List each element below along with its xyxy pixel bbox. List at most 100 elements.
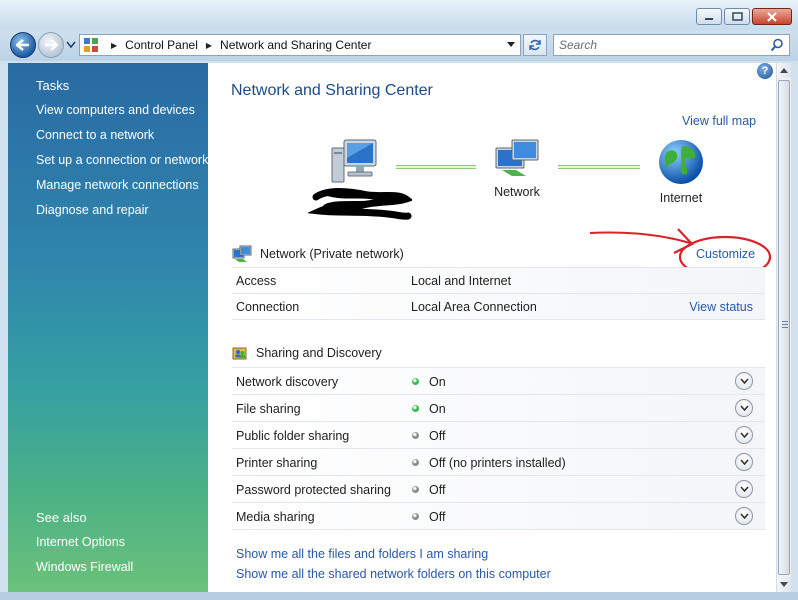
status-text: On — [429, 402, 446, 416]
see-also-heading: See also — [36, 510, 87, 525]
forward-button[interactable] — [38, 32, 64, 58]
chevron-down-icon — [739, 432, 749, 438]
network-header: Network (Private network) — [232, 245, 404, 263]
sharing-row-printer-sharing[interactable]: Printer sharing Off (no printers install… — [232, 449, 765, 476]
chevron-down-icon — [739, 405, 749, 411]
chevron-down-icon[interactable] — [506, 41, 516, 49]
redacted-computer-name — [308, 188, 412, 220]
task-manage-network-connections[interactable]: Manage network connections — [36, 178, 208, 203]
this-computer-node[interactable] — [328, 138, 380, 189]
globe-icon — [659, 140, 703, 184]
show-shared-files-link[interactable]: Show me all the files and folders I am s… — [236, 547, 488, 561]
sharing-table: Network discovery On File sharing On Pub… — [232, 367, 765, 530]
task-view-computers-and-devices[interactable]: View computers and devices — [36, 103, 208, 128]
see-also-list: Internet Options Windows Firewall — [36, 535, 133, 585]
task-connect-to-a-network[interactable]: Connect to a network — [36, 128, 208, 153]
vertical-scrollbar[interactable] — [776, 63, 791, 592]
breadcrumb-network-and-sharing-center[interactable]: Network and Sharing Center — [220, 38, 371, 52]
refresh-button[interactable] — [523, 34, 547, 56]
status-dot-icon — [412, 405, 419, 412]
sharing-row-network-discovery[interactable]: Network discovery On — [232, 368, 765, 395]
task-set-up-connection[interactable]: Set up a connection or network — [36, 153, 208, 178]
internet-node[interactable]: Internet — [654, 138, 708, 205]
close-button[interactable] — [752, 8, 792, 25]
sharing-heading: Sharing and Discovery — [256, 346, 382, 360]
refresh-icon — [529, 39, 541, 51]
connection-line — [558, 165, 640, 169]
chevron-right-icon[interactable]: ▶ — [111, 41, 117, 50]
status-dot-icon — [412, 378, 419, 385]
show-shared-folders-link[interactable]: Show me all the shared network folders o… — [236, 567, 551, 581]
expand-button[interactable] — [735, 480, 753, 498]
network-node[interactable]: Network — [491, 138, 543, 199]
row-label: Connection — [236, 300, 300, 314]
network-details-table: Access Local and Internet Connection Loc… — [232, 267, 765, 320]
see-also-windows-firewall[interactable]: Windows Firewall — [36, 560, 133, 585]
see-also-internet-options[interactable]: Internet Options — [36, 535, 133, 560]
row-label: Public folder sharing — [236, 429, 350, 443]
row-value: Local and Internet — [411, 274, 512, 288]
tasks-heading: Tasks — [36, 78, 70, 93]
chevron-down-icon — [739, 486, 749, 492]
scroll-up-button[interactable] — [777, 63, 791, 78]
chevron-down-icon — [739, 378, 749, 384]
status-text: Off — [429, 483, 446, 497]
view-full-map-link[interactable]: View full map — [682, 114, 756, 128]
row-label: Printer sharing — [236, 456, 318, 470]
status-text: On — [429, 375, 446, 389]
close-icon — [767, 11, 777, 22]
computer-icon — [331, 139, 377, 183]
page-title: Network and Sharing Center — [231, 82, 433, 99]
status-dot-icon — [412, 513, 419, 520]
status-text: Off — [429, 510, 446, 524]
customize-link[interactable]: Customize — [696, 247, 755, 261]
navigation-bar: ▶ Control Panel ▶ Network and Sharing Ce… — [0, 30, 798, 61]
row-label: Network discovery — [236, 375, 339, 389]
row-label: Password protected sharing — [236, 483, 391, 497]
title-bar — [0, 0, 798, 30]
minimize-button[interactable] — [696, 8, 722, 25]
expand-button[interactable] — [735, 399, 753, 417]
row-label: Access — [236, 274, 277, 288]
arrow-right-icon — [45, 39, 58, 51]
chevron-down-icon — [739, 513, 749, 519]
chevron-right-icon[interactable]: ▶ — [206, 41, 212, 50]
arrow-up-icon — [780, 67, 788, 73]
search-box[interactable] — [553, 34, 790, 56]
table-row: Access Local and Internet — [232, 268, 765, 294]
scrollbar-thumb[interactable] — [778, 80, 790, 575]
expand-button[interactable] — [735, 507, 753, 525]
recent-pages-dropdown-icon[interactable] — [66, 41, 76, 49]
window-frame-bottom — [0, 592, 798, 600]
view-status-link[interactable]: View status — [689, 300, 753, 314]
arrow-left-icon — [16, 39, 29, 51]
breadcrumb-control-panel[interactable]: Control Panel — [125, 38, 198, 52]
control-panel-icon — [84, 38, 98, 52]
address-bar[interactable]: ▶ Control Panel ▶ Network and Sharing Ce… — [79, 34, 521, 56]
search-icon[interactable] — [770, 38, 784, 52]
search-input[interactable] — [554, 38, 770, 52]
sharing-icon — [232, 347, 247, 360]
sharing-row-file-sharing[interactable]: File sharing On — [232, 395, 765, 422]
table-row: Connection Local Area Connection View st… — [232, 294, 765, 320]
status-text: Off (no printers installed) — [429, 456, 566, 470]
task-diagnose-and-repair[interactable]: Diagnose and repair — [36, 203, 208, 228]
expand-button[interactable] — [735, 426, 753, 444]
tasks-list: View computers and devices Connect to a … — [36, 103, 208, 228]
back-button[interactable] — [10, 32, 36, 58]
expand-button[interactable] — [735, 453, 753, 471]
network-name: Network (Private network) — [260, 247, 404, 261]
connection-line — [396, 165, 476, 169]
expand-button[interactable] — [735, 372, 753, 390]
help-icon[interactable]: ? — [757, 63, 773, 79]
sharing-row-public-folder-sharing[interactable]: Public folder sharing Off — [232, 422, 765, 449]
network-node-label: Network — [494, 185, 540, 199]
sharing-row-media-sharing[interactable]: Media sharing Off — [232, 503, 765, 530]
sharing-row-password-protected-sharing[interactable]: Password protected sharing Off — [232, 476, 765, 503]
maximize-button[interactable] — [724, 8, 750, 25]
scroll-down-button[interactable] — [777, 577, 791, 592]
task-pane: Tasks View computers and devices Connect… — [8, 63, 208, 592]
status-dot-icon — [412, 432, 419, 439]
chevron-down-icon — [739, 459, 749, 465]
row-value: Local Area Connection — [411, 300, 537, 314]
